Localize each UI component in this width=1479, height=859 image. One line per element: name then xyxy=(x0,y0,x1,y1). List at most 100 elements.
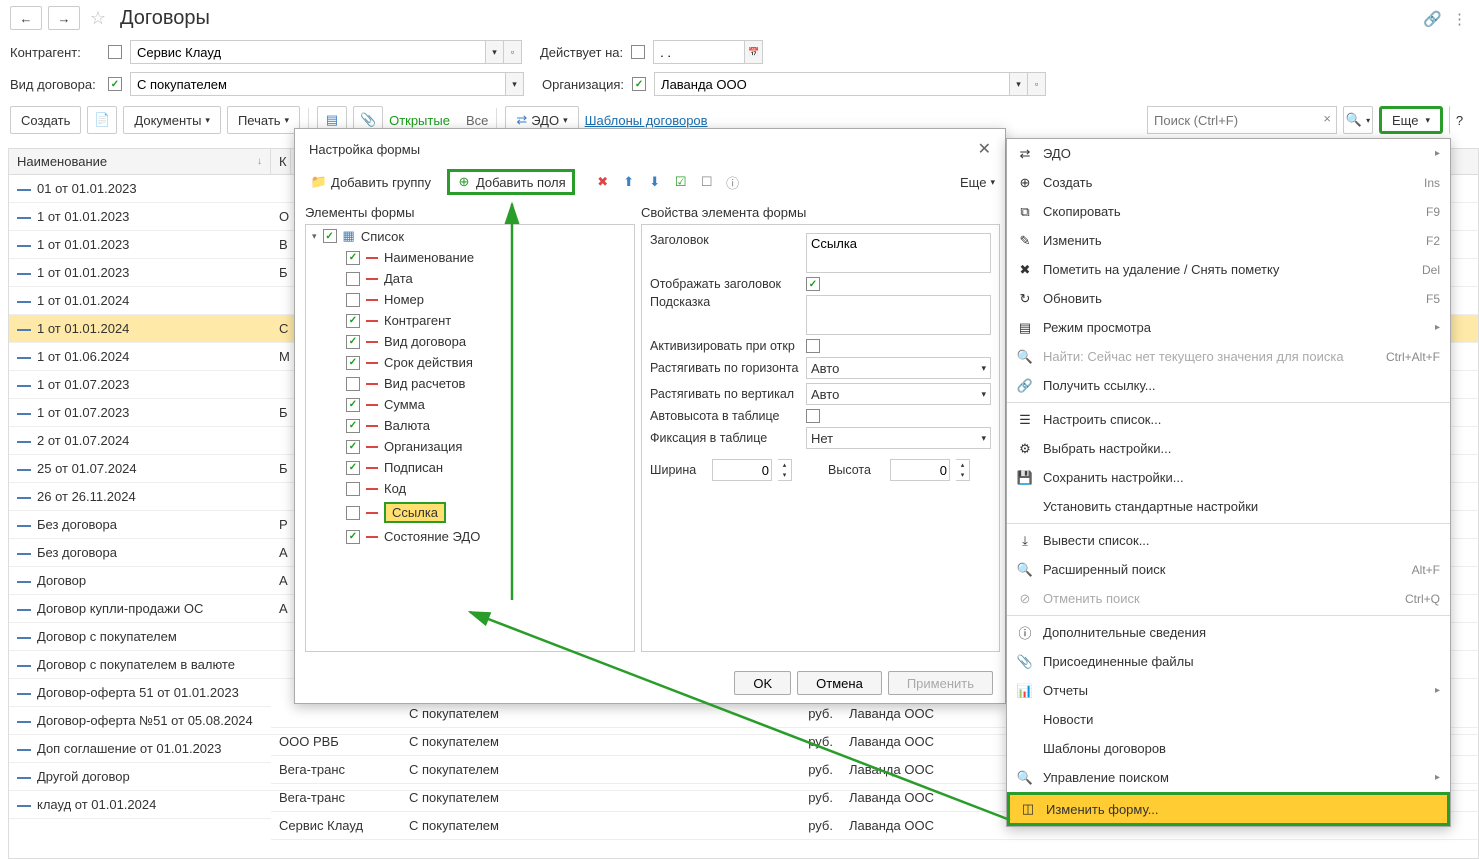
fixation-select[interactable]: Нет▾ xyxy=(806,427,991,449)
tree-root-item[interactable]: ▾ ▦ Список xyxy=(306,225,634,247)
tree-item-checkbox[interactable] xyxy=(346,377,360,391)
filter-all-link[interactable]: Все xyxy=(466,113,488,128)
print-button[interactable]: Печать▾ xyxy=(227,106,300,134)
filter-open-link[interactable]: Открытые xyxy=(389,113,450,128)
menu-item[interactable]: ▤Режим просмотра▸ xyxy=(1007,313,1450,342)
documents-button[interactable]: Документы▾ xyxy=(123,106,221,134)
form-elements-tree[interactable]: ▾ ▦ Список НаименованиеДатаНомерКонтраге… xyxy=(305,224,635,652)
menu-item[interactable]: 📊Отчеты▸ xyxy=(1007,676,1450,705)
tree-item[interactable]: Вид расчетов xyxy=(306,373,634,394)
tree-item-checkbox[interactable] xyxy=(346,293,360,307)
menu-item[interactable]: ⧉СкопироватьF9 xyxy=(1007,197,1450,226)
menu-item[interactable]: 🔗Получить ссылку... xyxy=(1007,371,1450,400)
tree-item[interactable]: Номер xyxy=(306,289,634,310)
counterparty-checkbox[interactable] xyxy=(108,45,122,59)
tree-item-checkbox[interactable] xyxy=(346,440,360,454)
add-group-button[interactable]: 📁 Добавить группу xyxy=(305,170,437,194)
tree-item-checkbox[interactable] xyxy=(346,251,360,265)
favorite-star-icon[interactable]: ☆ xyxy=(86,6,110,30)
collapse-icon[interactable]: ▾ xyxy=(312,231,317,242)
effective-checkbox[interactable] xyxy=(631,45,645,59)
tree-item-checkbox[interactable] xyxy=(346,419,360,433)
tree-item[interactable]: Срок действия xyxy=(306,352,634,373)
tree-item[interactable]: Организация xyxy=(306,436,634,457)
menu-item[interactable]: ↻ОбновитьF5 xyxy=(1007,284,1450,313)
counterparty-dropdown-button[interactable]: ▾ xyxy=(486,40,504,64)
cancel-button[interactable]: Отмена xyxy=(797,671,882,695)
tree-item[interactable]: Вид договора xyxy=(306,331,634,352)
tree-item-checkbox[interactable] xyxy=(346,461,360,475)
contract-type-dropdown-button[interactable]: ▾ xyxy=(506,72,524,96)
tree-item[interactable]: Наименование xyxy=(306,247,634,268)
effective-date-input[interactable] xyxy=(653,40,745,64)
kebab-menu-icon[interactable]: ⋮ xyxy=(1452,10,1467,28)
menu-item[interactable]: 🔍Управление поиском▸ xyxy=(1007,763,1450,792)
menu-item[interactable]: 🔍Расширенный поискAlt+F xyxy=(1007,555,1450,584)
tree-item-checkbox[interactable] xyxy=(346,482,360,496)
tree-item-checkbox[interactable] xyxy=(346,356,360,370)
add-fields-button[interactable]: ⊕ Добавить поля xyxy=(447,169,575,195)
organization-dropdown-button[interactable]: ▾ xyxy=(1010,72,1028,96)
contract-type-input[interactable] xyxy=(130,72,506,96)
menu-item[interactable]: ⊕СоздатьIns xyxy=(1007,168,1450,197)
dialog-help-icon[interactable]: ⓘ xyxy=(725,174,741,190)
link-icon[interactable]: 🔗 xyxy=(1423,10,1442,28)
heading-input[interactable]: Ссылка xyxy=(806,233,991,273)
menu-item[interactable]: ⚙Выбрать настройки... xyxy=(1007,434,1450,463)
menu-item[interactable]: 📎Присоединенные файлы xyxy=(1007,647,1450,676)
templates-link[interactable]: Шаблоны договоров xyxy=(585,113,708,128)
counterparty-open-button[interactable]: ▫ xyxy=(504,40,522,64)
ok-button[interactable]: OK xyxy=(734,671,791,695)
tree-item[interactable]: Сумма xyxy=(306,394,634,415)
tree-item[interactable]: Код xyxy=(306,478,634,499)
organization-input[interactable] xyxy=(654,72,1010,96)
nav-forward-button[interactable]: → xyxy=(48,6,80,30)
organization-open-button[interactable]: ▫ xyxy=(1028,72,1046,96)
tree-item-checkbox[interactable] xyxy=(346,272,360,286)
search-input[interactable] xyxy=(1147,106,1337,134)
tree-item-checkbox[interactable] xyxy=(346,530,360,544)
tree-item[interactable]: Состояние ЭДО xyxy=(306,526,634,547)
tree-item[interactable]: Валюта xyxy=(306,415,634,436)
search-clear-icon[interactable]: × xyxy=(1323,111,1331,126)
menu-item[interactable]: ✖Пометить на удаление / Снять пометкуDel xyxy=(1007,255,1450,284)
contract-type-checkbox[interactable] xyxy=(108,77,122,91)
menu-item[interactable]: ◫Изменить форму... xyxy=(1007,792,1450,826)
menu-item[interactable]: ⓘДополнительные сведения xyxy=(1007,618,1450,647)
create-copy-button[interactable]: 📄 xyxy=(87,106,117,134)
uncheck-all-icon[interactable]: ☐ xyxy=(699,174,715,190)
dialog-close-button[interactable]: ✕ xyxy=(978,139,991,159)
tree-item-checkbox[interactable] xyxy=(346,506,360,520)
width-spinner[interactable]: ▴▾ xyxy=(778,459,792,481)
width-input[interactable] xyxy=(712,459,772,481)
column-k-header[interactable]: К xyxy=(279,154,287,169)
hint-input[interactable] xyxy=(806,295,991,335)
tree-item-checkbox[interactable] xyxy=(346,335,360,349)
move-up-icon[interactable]: ⬆ xyxy=(621,174,637,190)
counterparty-input[interactable] xyxy=(130,40,486,64)
check-all-icon[interactable]: ☑ xyxy=(673,174,689,190)
search-options-button[interactable]: 🔍▾ xyxy=(1343,106,1373,134)
tree-item[interactable]: Дата xyxy=(306,268,634,289)
effective-calendar-button[interactable]: 📅 xyxy=(745,40,763,64)
menu-item[interactable]: ⤓Вывести список... xyxy=(1007,526,1450,555)
menu-item[interactable]: Установить стандартные настройки xyxy=(1007,492,1450,521)
move-down-icon[interactable]: ⬇ xyxy=(647,174,663,190)
menu-item[interactable]: Новости xyxy=(1007,705,1450,734)
tree-item[interactable]: Подписан xyxy=(306,457,634,478)
tree-item-checkbox[interactable] xyxy=(346,398,360,412)
menu-item[interactable]: ✎ИзменитьF2 xyxy=(1007,226,1450,255)
tree-root-checkbox[interactable] xyxy=(323,229,337,243)
organization-checkbox[interactable] xyxy=(632,77,646,91)
tree-item-checkbox[interactable] xyxy=(346,314,360,328)
nav-back-button[interactable]: ← xyxy=(10,6,42,30)
height-spinner[interactable]: ▴▾ xyxy=(956,459,970,481)
hstretch-select[interactable]: Авто▾ xyxy=(806,357,991,379)
dialog-more-button[interactable]: Еще▾ xyxy=(960,175,995,190)
menu-item[interactable]: 💾Сохранить настройки... xyxy=(1007,463,1450,492)
autoheight-checkbox[interactable] xyxy=(806,409,820,423)
tree-item[interactable]: Ссылка xyxy=(306,499,634,526)
create-button[interactable]: Создать xyxy=(10,106,81,134)
column-name-header[interactable]: Наименование xyxy=(17,154,107,169)
vstretch-select[interactable]: Авто▾ xyxy=(806,383,991,405)
